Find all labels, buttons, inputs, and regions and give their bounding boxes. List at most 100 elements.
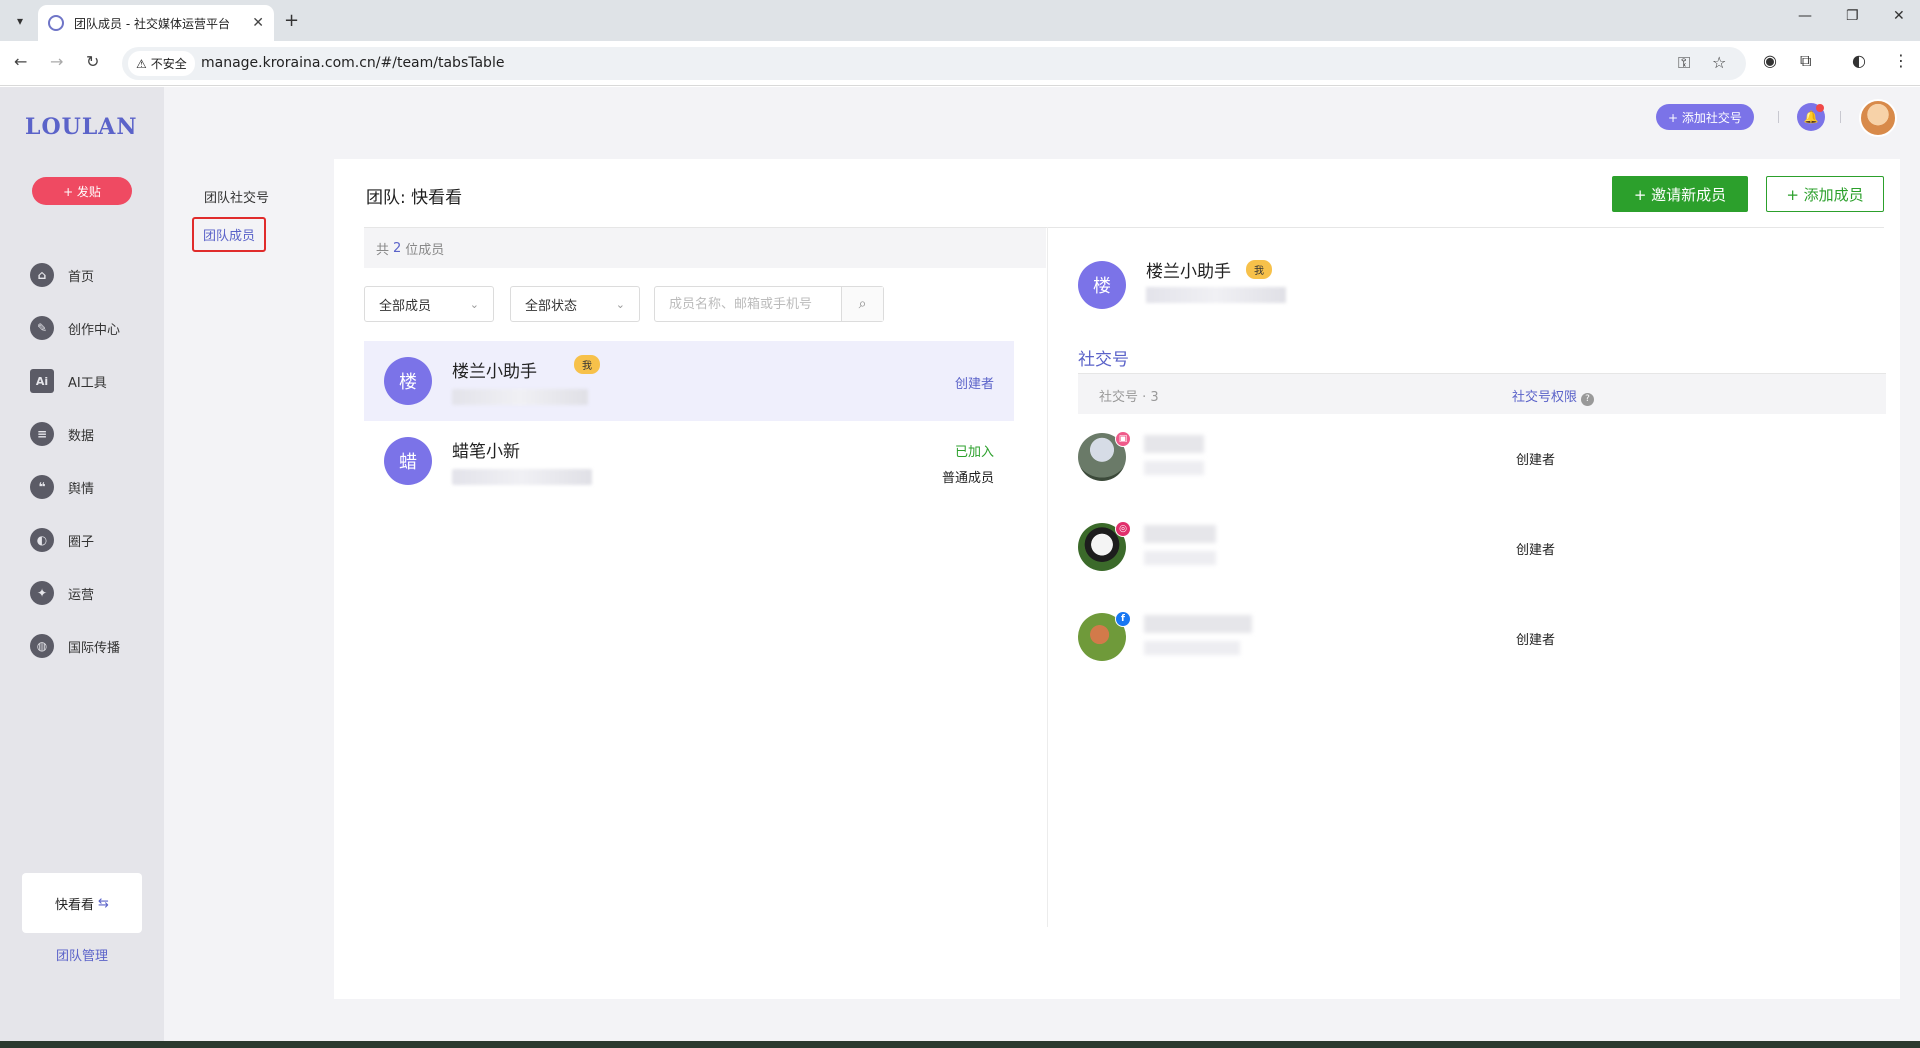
account-name-redacted bbox=[1144, 525, 1216, 543]
column-header-permission: 社交号权限? bbox=[1512, 386, 1595, 406]
status-filter-select[interactable]: 全部状态 ⌄ bbox=[510, 286, 640, 322]
sidebar-item-label: 创作中心 bbox=[68, 322, 121, 338]
bookmark-star-icon[interactable]: ☆ bbox=[1712, 53, 1726, 72]
account-id-redacted bbox=[1144, 551, 1216, 565]
sidebar-item-home[interactable]: ⌂ 首页 bbox=[30, 260, 94, 290]
account-name-redacted bbox=[1144, 615, 1252, 633]
count-prefix: 共 bbox=[376, 242, 390, 258]
sidebar-item-public-opinion[interactable]: ❝ 舆情 bbox=[30, 472, 94, 502]
sidebar-item-operations[interactable]: ✦ 运营 bbox=[30, 578, 94, 608]
restore-button[interactable]: ❐ bbox=[1846, 8, 1859, 24]
notification-dot bbox=[1816, 104, 1824, 112]
account-permission: 创建者 bbox=[1516, 543, 1556, 558]
sidebar-item-label: AI工具 bbox=[68, 375, 107, 391]
account-name-redacted bbox=[1144, 435, 1204, 453]
globe-icon: ◍ bbox=[30, 634, 54, 658]
post-button[interactable]: + 发贴 bbox=[32, 177, 132, 205]
member-name: 楼兰小助手 bbox=[452, 362, 537, 382]
browser-tab[interactable]: 团队成员 - 社交媒体运营平台 ✕ bbox=[38, 5, 274, 41]
column-header-account: 社交号 · 3 bbox=[1099, 390, 1159, 405]
sidebar-item-label: 圈子 bbox=[68, 534, 95, 550]
team-name: 快看看 bbox=[55, 897, 95, 913]
member-role: 普通成员 bbox=[941, 471, 994, 486]
switch-team-icon[interactable]: ⇆ bbox=[98, 896, 109, 911]
sidebar-item-label: 国际传播 bbox=[68, 640, 121, 656]
member-contact-redacted bbox=[452, 389, 588, 405]
tab-close-icon[interactable]: ✕ bbox=[252, 15, 264, 31]
tiktok-icon: ▣ bbox=[1115, 431, 1131, 447]
back-arrow-icon[interactable]: ← bbox=[14, 52, 27, 71]
divider bbox=[1778, 111, 1779, 123]
main-panel: 团队: 快看看 + 邀请新成员 + 添加成员 共 2 位成员 全部成员 ⌄ 全部… bbox=[334, 159, 1900, 999]
team-switcher[interactable]: 快看看 ⇆ bbox=[22, 873, 142, 933]
detail-contact-redacted bbox=[1146, 287, 1286, 303]
self-badge: 我 bbox=[1246, 260, 1272, 279]
self-badge: 我 bbox=[574, 355, 600, 374]
tab-title: 团队成员 - 社交媒体运营平台 bbox=[74, 16, 230, 31]
sidebar-item-international[interactable]: ◍ 国际传播 bbox=[30, 631, 120, 661]
table-row[interactable]: f 创建者 bbox=[1078, 601, 1886, 671]
add-member-button[interactable]: + 添加成员 bbox=[1766, 176, 1884, 212]
permission-label: 社交号权限 bbox=[1512, 390, 1578, 405]
member-row[interactable]: 楼 楼兰小助手 我 创建者 bbox=[364, 341, 1014, 421]
member-count: 2 bbox=[393, 240, 402, 256]
sidebar-item-ai-tools[interactable]: Ai AI工具 bbox=[30, 366, 107, 396]
url-text[interactable]: manage.kroraina.com.cn/#/team/tabsTable bbox=[201, 55, 504, 71]
member-search-input[interactable] bbox=[655, 287, 841, 321]
warning-icon: ⚠ bbox=[136, 56, 147, 71]
table-row[interactable]: ▣ 创建者 bbox=[1078, 421, 1886, 491]
add-social-account-button[interactable]: + 添加社交号 bbox=[1656, 104, 1754, 130]
account-permission: 创建者 bbox=[1516, 453, 1556, 468]
address-bar[interactable]: ⚠ 不安全 manage.kroraina.com.cn/#/team/tabs… bbox=[122, 47, 1746, 80]
compass-icon: ◐ bbox=[30, 528, 54, 552]
member-search: ⌕ bbox=[654, 286, 884, 322]
extensions-puzzle-icon[interactable]: ⧉ bbox=[1800, 51, 1811, 71]
bell-glyph: 🔔 bbox=[1803, 110, 1819, 124]
chevron-down-icon: ⌄ bbox=[615, 297, 625, 311]
brand-logo[interactable]: LOULAN bbox=[25, 114, 137, 140]
search-icon[interactable]: ⌕ bbox=[841, 287, 883, 321]
security-indicator[interactable]: ⚠ 不安全 bbox=[128, 51, 195, 76]
invite-member-button[interactable]: + 邀请新成员 bbox=[1612, 176, 1748, 212]
os-taskbar bbox=[0, 1041, 1920, 1048]
member-avatar: 楼 bbox=[384, 357, 432, 405]
ai-icon: Ai bbox=[30, 369, 54, 393]
new-tab-button[interactable]: + bbox=[284, 10, 299, 31]
divider bbox=[1840, 111, 1841, 123]
member-status: 已加入 bbox=[954, 445, 994, 460]
tab-social-accounts[interactable]: 社交号 bbox=[1078, 345, 1129, 376]
team-manage-link[interactable]: 团队管理 bbox=[0, 945, 164, 964]
member-count-bar: 共 2 位成员 bbox=[364, 228, 1046, 268]
member-filter-select[interactable]: 全部成员 ⌄ bbox=[364, 286, 494, 322]
member-avatar: 蜡 bbox=[384, 437, 432, 485]
member-filter-value: 全部成员 bbox=[379, 298, 432, 314]
browser-menu-icon[interactable]: ⋮ bbox=[1893, 51, 1909, 70]
sidebar-item-circles[interactable]: ◐ 圈子 bbox=[30, 525, 94, 555]
security-label: 不安全 bbox=[150, 57, 187, 71]
profile-icon[interactable]: ◐ bbox=[1852, 51, 1866, 70]
notification-bell-icon[interactable]: 🔔 bbox=[1797, 103, 1825, 131]
sidebar-item-label: 舆情 bbox=[68, 481, 95, 497]
sidebar-item-data[interactable]: ≡ 数据 bbox=[30, 419, 94, 449]
forward-arrow-icon[interactable]: → bbox=[50, 52, 63, 71]
help-icon[interactable]: ? bbox=[1581, 393, 1595, 406]
member-row[interactable]: 蜡 蜡笔小新 已加入 普通成员 bbox=[364, 421, 1014, 501]
user-avatar[interactable] bbox=[1859, 99, 1897, 137]
home-icon: ⌂ bbox=[30, 263, 54, 287]
sidebar-item-label: 运营 bbox=[68, 587, 95, 603]
account-id-redacted bbox=[1144, 461, 1204, 475]
status-filter-value: 全部状态 bbox=[525, 298, 578, 314]
extension-circle-icon[interactable]: ◉ bbox=[1763, 51, 1777, 70]
sidebar-item-creation-center[interactable]: ✎ 创作中心 bbox=[30, 313, 120, 343]
subnav-team-members[interactable]: 团队成员 bbox=[192, 217, 267, 252]
count-suffix: 位成员 bbox=[405, 242, 445, 258]
close-window-button[interactable]: ✕ bbox=[1893, 8, 1905, 24]
facebook-icon: f bbox=[1115, 611, 1131, 627]
minimize-button[interactable]: — bbox=[1798, 8, 1812, 24]
subnav-team-social-accounts[interactable]: 团队社交号 bbox=[204, 187, 269, 206]
tab-search-chevron-icon[interactable]: ▾ bbox=[9, 10, 31, 32]
table-row[interactable]: ◎ 创建者 bbox=[1078, 511, 1886, 581]
password-key-icon[interactable]: ⚿ bbox=[1678, 53, 1690, 73]
sidebar: LOULAN + 发贴 ⌂ 首页 ✎ 创作中心 Ai AI工具 ≡ 数据 ❝ 舆… bbox=[0, 87, 164, 1041]
reload-icon[interactable]: ↻ bbox=[86, 52, 99, 71]
